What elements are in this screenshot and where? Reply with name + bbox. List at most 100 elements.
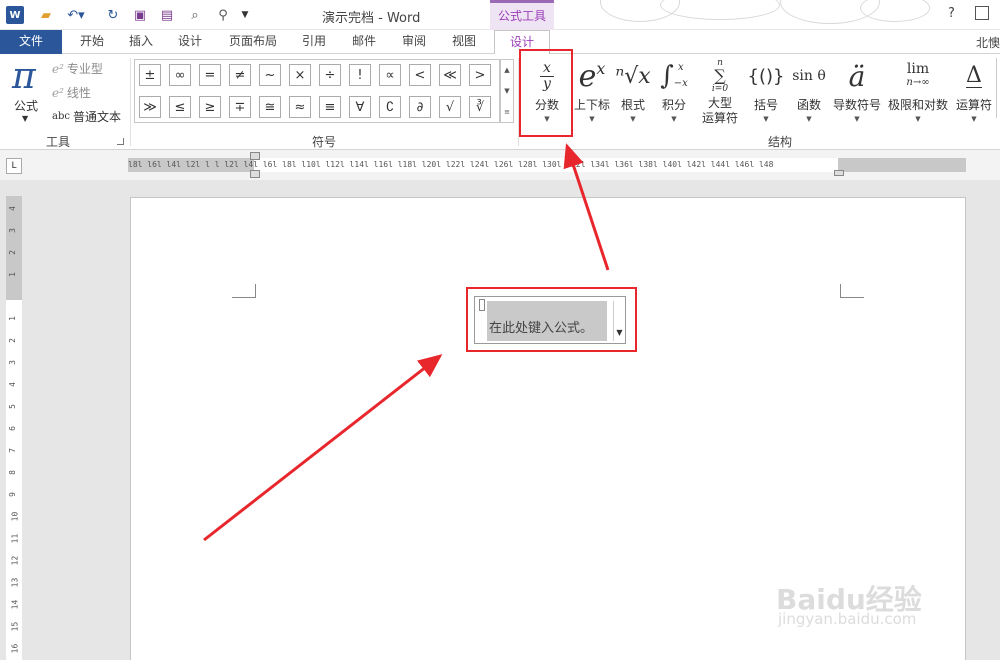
tab-page-layout[interactable]: 页面布局 [220, 30, 286, 54]
symbol-button[interactable]: ÷ [319, 64, 341, 86]
structures-group-label: 结构 [768, 135, 793, 149]
symbol-button[interactable]: < [409, 64, 431, 86]
script-button[interactable]: e x 上下标 ▼ [570, 56, 614, 132]
symbol-button[interactable]: × [289, 64, 311, 86]
chevron-down-icon: ▼ [806, 115, 812, 123]
help-button[interactable]: ? [948, 6, 955, 21]
undo-icon[interactable]: ↶▾ [64, 6, 88, 24]
hanging-indent-marker[interactable] [250, 170, 260, 178]
tab-design[interactable]: 设计 [170, 30, 210, 54]
symbol-button[interactable]: ∓ [229, 96, 251, 118]
v-tick: 6 [7, 426, 17, 431]
symbol-button[interactable]: ≪ [439, 64, 461, 86]
symbol-button[interactable]: ≈ [289, 96, 311, 118]
binoculars-icon[interactable]: ⚲ [214, 6, 232, 24]
scroll-down-icon[interactable]: ▼ [504, 87, 509, 95]
symbol-button[interactable]: ∀ [349, 96, 371, 118]
symbol-button[interactable]: ∁ [379, 96, 401, 118]
integral-button[interactable]: ∫ x −x 积分 ▼ [654, 56, 694, 132]
chevron-down-icon: ▼ [854, 115, 860, 123]
crop-mark [840, 284, 864, 298]
symbol-button[interactable]: ≫ [139, 96, 161, 118]
open-folder-icon[interactable]: ▰ [38, 6, 54, 24]
v-tick: 3 [7, 228, 17, 233]
integral-upper: x [677, 62, 684, 73]
scroll-up-icon[interactable]: ▲ [504, 66, 509, 74]
symbol-button[interactable]: ≅ [259, 96, 281, 118]
symbol-button[interactable]: ≤ [169, 96, 191, 118]
script-base: e [578, 58, 597, 94]
decor-swirl [660, 0, 780, 20]
accent-label: 导数符号 [832, 98, 881, 112]
right-indent-marker[interactable] [834, 170, 844, 176]
window-title: 演示完档 - Word [322, 11, 421, 26]
linear-button[interactable]: e² 线性 [52, 84, 91, 101]
ribbon-scroll[interactable] [996, 58, 1000, 118]
equation-tools-context-label: 公式工具 [490, 0, 554, 30]
v-tick: 1 [7, 316, 17, 321]
print-preview-icon[interactable]: ⌕ [186, 6, 204, 24]
script-sup: x [596, 58, 606, 78]
tab-mailings[interactable]: 邮件 [344, 30, 384, 54]
highlight-equation [466, 287, 637, 352]
symbol-gallery-scroll[interactable]: ▲ ▼ ≡ [500, 59, 514, 123]
operator-button[interactable]: Δ 运算符 ▼ [952, 56, 996, 132]
tab-references[interactable]: 引用 [294, 30, 334, 54]
symbol-button[interactable]: ≡ [319, 96, 341, 118]
large-operator-button[interactable]: n ∑ i=0 大型 运算符 [696, 56, 744, 132]
save-as-icon[interactable]: ▤ [158, 6, 176, 24]
normal-text-icon: abc [52, 111, 70, 122]
bracket-button[interactable]: {()} 括号 ▼ [746, 56, 786, 132]
symbol-button[interactable]: √ [439, 96, 461, 118]
first-line-indent-marker[interactable] [250, 152, 260, 160]
symbol-button[interactable]: ± [139, 64, 161, 86]
symbol-button[interactable]: ≠ [229, 64, 251, 86]
accent-button[interactable]: ä 导数符号 ▼ [830, 56, 884, 132]
chevron-down-icon[interactable]: ▼ [22, 114, 28, 123]
v-tick: 1 [7, 272, 17, 277]
ruler-margin-top [6, 196, 22, 300]
tab-insert[interactable]: 插入 [120, 30, 162, 54]
symbol-button[interactable]: ~ [259, 64, 281, 86]
linear-label: 线性 [66, 86, 91, 100]
tab-home[interactable]: 开始 [70, 30, 114, 54]
tab-selector[interactable]: L [6, 158, 22, 174]
symbol-button[interactable]: > [469, 64, 491, 86]
symbol-button[interactable]: ! [349, 64, 371, 86]
formula-button-label[interactable]: 公式 [14, 97, 38, 114]
tab-file[interactable]: 文件 [0, 30, 62, 54]
symbol-button[interactable]: ∛ [469, 96, 491, 118]
professional-button[interactable]: e² 专业型 [52, 60, 103, 77]
symbol-button[interactable]: = [199, 64, 221, 86]
dialog-launcher-icon[interactable] [117, 138, 124, 145]
function-button[interactable]: sin θ 函数 ▼ [788, 56, 830, 132]
symbol-button[interactable]: ∝ [379, 64, 401, 86]
redo-icon[interactable]: ↻ [104, 6, 122, 24]
tools-group-label: 工具 [46, 135, 71, 149]
gallery-more-icon[interactable]: ≡ [504, 108, 510, 116]
vertical-ruler[interactable]: 4 3 2 1 1 2 3 4 5 6 7 8 9 10 11 12 13 14… [6, 196, 22, 660]
limit-icon: lim n→∞ [884, 56, 952, 96]
limit-log-button[interactable]: lim n→∞ 极限和对数 ▼ [884, 56, 952, 132]
function-label: 函数 [796, 98, 821, 112]
bracket-label: 括号 [753, 98, 778, 112]
tab-review[interactable]: 审阅 [394, 30, 434, 54]
radical-button[interactable]: ⁿ√x 根式 ▼ [614, 56, 652, 132]
v-tick: 12 [10, 555, 20, 566]
ribbon-display-options-icon[interactable] [975, 6, 989, 20]
highlight-fraction [519, 49, 573, 137]
normal-text-button[interactable]: abc 普通文本 [52, 108, 121, 125]
v-tick: 9 [7, 492, 17, 497]
v-tick: 8 [7, 470, 17, 475]
chevron-down-icon: ▼ [671, 115, 677, 123]
user-account[interactable]: 北懊 [976, 34, 1000, 51]
customize-toolbar-icon[interactable]: ▼ [238, 6, 252, 24]
tab-view[interactable]: 视图 [444, 30, 484, 54]
symbol-button[interactable]: ≥ [199, 96, 221, 118]
save-icon[interactable]: ▣ [132, 6, 148, 24]
crop-mark [232, 284, 256, 298]
large-op-bottom: i=0 [711, 84, 729, 94]
symbol-button[interactable]: ∞ [169, 64, 191, 86]
pi-icon[interactable]: π [12, 56, 36, 97]
symbol-button[interactable]: ∂ [409, 96, 431, 118]
